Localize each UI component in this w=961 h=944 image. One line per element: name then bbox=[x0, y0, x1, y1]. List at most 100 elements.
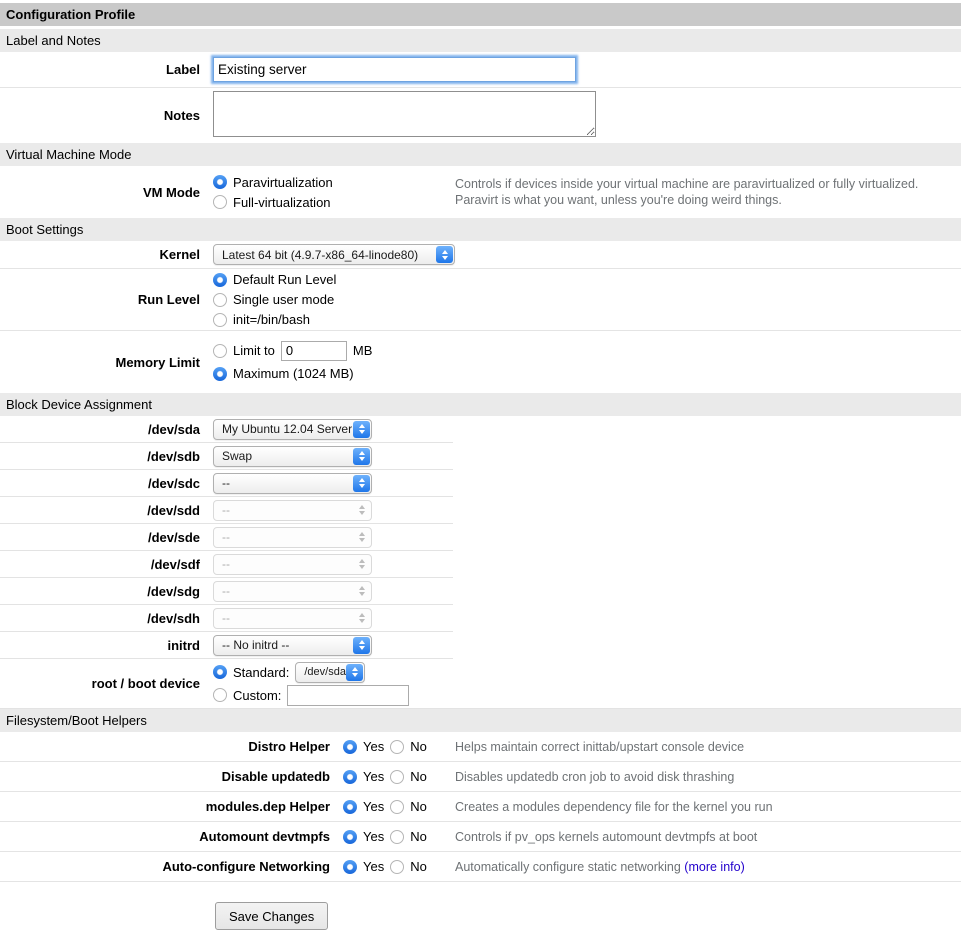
initrd-label: initrd bbox=[0, 638, 207, 653]
kernel-label: Kernel bbox=[0, 247, 207, 262]
dev-sdb-label: /dev/sdb bbox=[0, 449, 207, 464]
select-stepper-icon bbox=[353, 637, 370, 654]
dev-sdd-label: /dev/sdd bbox=[0, 503, 207, 518]
notes-textarea[interactable] bbox=[213, 91, 596, 137]
dev-sdh-select-value: -- bbox=[222, 611, 230, 625]
disable-updatedb-no-radio[interactable] bbox=[390, 770, 404, 784]
select-stepper-icon bbox=[353, 583, 370, 600]
block-device-row: /dev/sda My Ubuntu 12.04 Server bbox=[0, 416, 453, 443]
disable-updatedb-yes-radio[interactable] bbox=[343, 770, 357, 784]
maximum-memory-radio[interactable] bbox=[213, 367, 227, 381]
yes-label: Yes bbox=[363, 829, 384, 844]
block-device-row: /dev/sdb Swap bbox=[0, 443, 453, 470]
auto-configure-networking-label: Auto-configure Networking bbox=[0, 859, 337, 874]
standard-boot-radio[interactable] bbox=[213, 665, 227, 679]
auto-configure-networking-yes-radio[interactable] bbox=[343, 860, 357, 874]
root-boot-device-label: root / boot device bbox=[0, 676, 207, 691]
dev-sdf-select: -- bbox=[213, 554, 372, 575]
limit-to-radio[interactable] bbox=[213, 344, 227, 358]
section-virtual-machine-mode: Virtual Machine Mode bbox=[0, 143, 961, 166]
dev-sdb-select[interactable]: Swap bbox=[213, 446, 372, 467]
distro-helper-help: Helps maintain correct inittab/upstart c… bbox=[455, 739, 961, 755]
yes-label: Yes bbox=[363, 739, 384, 754]
default-run-level-radio[interactable] bbox=[213, 273, 227, 287]
more-info-link[interactable]: (more info) bbox=[684, 860, 744, 874]
dev-sde-select-value: -- bbox=[222, 530, 230, 544]
single-user-mode-radio[interactable] bbox=[213, 293, 227, 307]
section-filesystem-boot-helpers: Filesystem/Boot Helpers bbox=[0, 709, 961, 732]
label-input[interactable] bbox=[213, 57, 576, 82]
yes-label: Yes bbox=[363, 799, 384, 814]
custom-boot-device-input[interactable] bbox=[287, 685, 409, 706]
notes-row: Notes bbox=[0, 88, 961, 143]
dev-sde-label: /dev/sde bbox=[0, 530, 207, 545]
select-stepper-icon bbox=[353, 448, 370, 465]
dev-sdc-label: /dev/sdc bbox=[0, 476, 207, 491]
helper-row-auto-configure-networking: Auto-configure Networking Yes No Automat… bbox=[0, 852, 961, 882]
vm-mode-label: VM Mode bbox=[0, 185, 207, 200]
dev-sdh-select: -- bbox=[213, 608, 372, 629]
dev-sda-label: /dev/sda bbox=[0, 422, 207, 437]
kernel-select[interactable]: Latest 64 bit (4.9.7-x86_64-linode80) bbox=[213, 244, 455, 265]
automount-devtmpfs-yes-radio[interactable] bbox=[343, 830, 357, 844]
automount-devtmpfs-help: Controls if pv_ops kernels automount dev… bbox=[455, 829, 961, 845]
modules-dep-yes-radio[interactable] bbox=[343, 800, 357, 814]
dev-sda-select-value: My Ubuntu 12.04 Server bbox=[222, 422, 352, 436]
block-device-row: /dev/sdh -- bbox=[0, 605, 453, 632]
block-device-row: /dev/sdg -- bbox=[0, 578, 453, 605]
vm-mode-help-line2: Paravirt is what you want, unless you're… bbox=[455, 192, 951, 208]
helper-row-distro-helper: Distro Helper Yes No Helps maintain corr… bbox=[0, 732, 961, 762]
automount-devtmpfs-no-radio[interactable] bbox=[390, 830, 404, 844]
modules-dep-no-radio[interactable] bbox=[390, 800, 404, 814]
memory-limit-unit: MB bbox=[353, 343, 373, 358]
save-row: Save Changes bbox=[0, 882, 961, 930]
maximum-memory-label: Maximum (1024 MB) bbox=[233, 366, 354, 381]
default-run-level-label: Default Run Level bbox=[233, 272, 336, 287]
initrd-select[interactable]: -- No initrd -- bbox=[213, 635, 372, 656]
memory-limit-input[interactable] bbox=[281, 341, 347, 361]
auto-configure-networking-help-text: Automatically configure static networkin… bbox=[455, 860, 681, 874]
limit-to-label: Limit to bbox=[233, 343, 275, 358]
section-heading: Boot Settings bbox=[6, 222, 83, 237]
full-virtualization-radio[interactable] bbox=[213, 195, 227, 209]
dev-sda-select[interactable]: My Ubuntu 12.04 Server bbox=[213, 419, 372, 440]
paravirtualization-label: Paravirtualization bbox=[233, 175, 333, 190]
select-stepper-icon bbox=[353, 529, 370, 546]
full-virtualization-label: Full-virtualization bbox=[233, 195, 331, 210]
dev-sdd-select-value: -- bbox=[222, 503, 230, 517]
block-device-row: /dev/sdf -- bbox=[0, 551, 453, 578]
custom-boot-radio[interactable] bbox=[213, 688, 227, 702]
disable-updatedb-help: Disables updatedb cron job to avoid disk… bbox=[455, 769, 961, 785]
dev-sdg-select-value: -- bbox=[222, 584, 230, 598]
disable-updatedb-label: Disable updatedb bbox=[0, 769, 337, 784]
dev-sde-select: -- bbox=[213, 527, 372, 548]
page-title: Configuration Profile bbox=[0, 3, 961, 26]
paravirtualization-radio[interactable] bbox=[213, 175, 227, 189]
standard-boot-device-select[interactable]: /dev/sda bbox=[295, 662, 365, 683]
section-heading: Filesystem/Boot Helpers bbox=[6, 713, 147, 728]
custom-boot-label: Custom: bbox=[233, 688, 281, 703]
block-device-row: /dev/sdd -- bbox=[0, 497, 453, 524]
auto-configure-networking-no-radio[interactable] bbox=[390, 860, 404, 874]
dev-sdc-select-value: -- bbox=[222, 476, 230, 490]
page-title-text: Configuration Profile bbox=[6, 7, 135, 22]
standard-boot-device-value: /dev/sda bbox=[304, 666, 346, 678]
yes-label: Yes bbox=[363, 769, 384, 784]
select-stepper-icon bbox=[353, 502, 370, 519]
save-changes-button[interactable]: Save Changes bbox=[215, 902, 328, 930]
standard-boot-label: Standard: bbox=[233, 665, 289, 680]
distro-helper-yes-radio[interactable] bbox=[343, 740, 357, 754]
distro-helper-no-radio[interactable] bbox=[390, 740, 404, 754]
dev-sdf-label: /dev/sdf bbox=[0, 557, 207, 572]
auto-configure-networking-help: Automatically configure static networkin… bbox=[455, 859, 961, 875]
section-block-device-assignment: Block Device Assignment bbox=[0, 393, 961, 416]
root-boot-device-row: root / boot device Standard: /dev/sda Cu… bbox=[0, 659, 961, 709]
notes-field-label: Notes bbox=[0, 108, 207, 123]
init-bin-bash-radio[interactable] bbox=[213, 313, 227, 327]
modules-dep-label: modules.dep Helper bbox=[0, 799, 337, 814]
dev-sdc-select[interactable]: -- bbox=[213, 473, 372, 494]
select-stepper-icon bbox=[436, 246, 453, 263]
helper-row-modules-dep: modules.dep Helper Yes No Creates a modu… bbox=[0, 792, 961, 822]
block-device-row: /dev/sdc -- bbox=[0, 470, 453, 497]
select-stepper-icon bbox=[353, 610, 370, 627]
